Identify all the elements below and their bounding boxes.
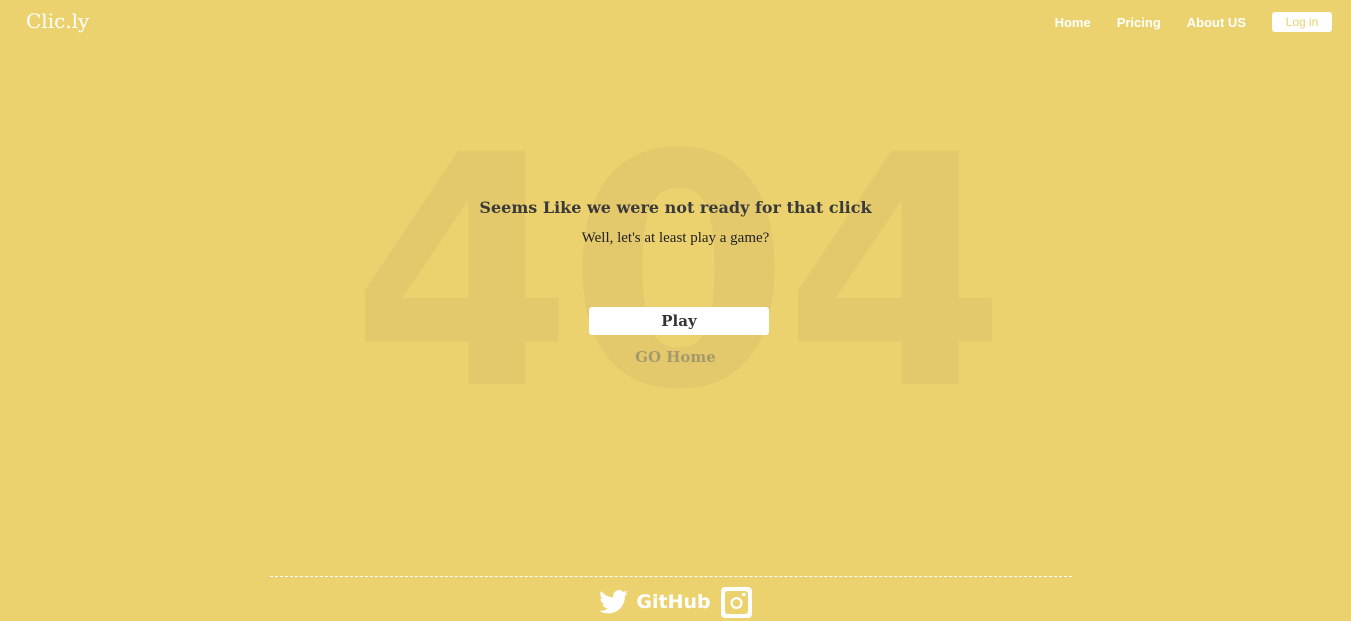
brand-logo[interactable]: Clic.ly bbox=[26, 9, 89, 33]
top-nav: Home Pricing About US Log in bbox=[1055, 12, 1332, 32]
instagram-link[interactable] bbox=[720, 586, 752, 618]
background-404-text: 404 bbox=[350, 88, 1007, 460]
nav-about-link[interactable]: About US bbox=[1187, 15, 1246, 30]
instagram-icon bbox=[720, 586, 752, 618]
error-subline: Well, let's at least play a game? bbox=[581, 230, 770, 246]
nav-home-link[interactable]: Home bbox=[1055, 15, 1091, 30]
nav-pricing-link[interactable]: Pricing bbox=[1117, 15, 1161, 30]
twitter-icon bbox=[599, 590, 629, 614]
twitter-link[interactable] bbox=[599, 590, 636, 614]
login-button[interactable]: Log in bbox=[1272, 12, 1332, 32]
github-link[interactable]: GitHub bbox=[636, 586, 710, 618]
footer-divider bbox=[270, 576, 1072, 577]
go-home-link[interactable]: GO Home bbox=[0, 348, 1351, 366]
error-headline: Seems Like we were not ready for that cl… bbox=[479, 198, 872, 217]
social-links: GitHub bbox=[0, 586, 1351, 618]
play-button[interactable]: Play bbox=[589, 307, 769, 335]
